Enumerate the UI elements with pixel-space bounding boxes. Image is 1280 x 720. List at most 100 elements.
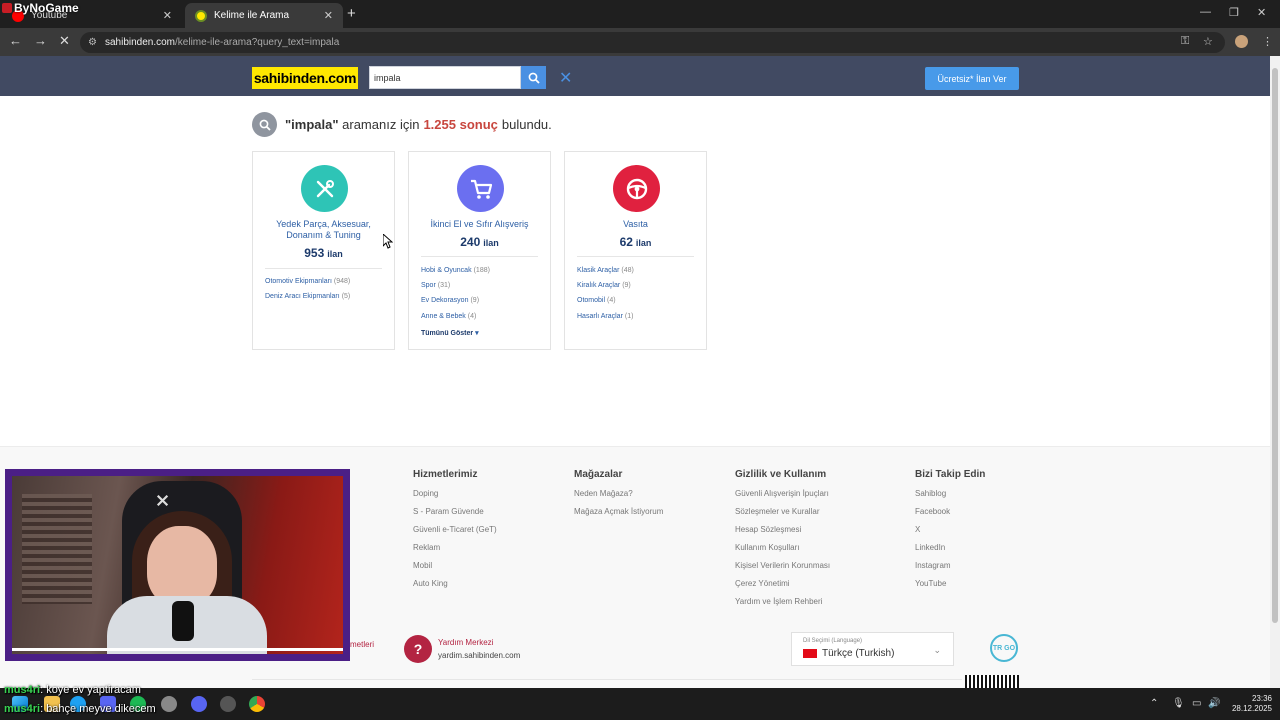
help-center-title: Yardım Merkezi bbox=[438, 638, 494, 647]
footer-link[interactable]: Neden Mağaza? bbox=[574, 489, 663, 498]
discord-icon[interactable] bbox=[191, 696, 207, 712]
help-center-link[interactable]: ? Yardım Merkezi yardim.sahibinden.com bbox=[404, 635, 520, 663]
subcategory-label: Spor bbox=[421, 282, 436, 289]
post-free-ad-button[interactable]: Ücretsiz* İlan Ver bbox=[925, 67, 1019, 90]
subcategory-link[interactable]: Hobi & Oyuncak (188) bbox=[421, 267, 490, 274]
footer-partial-link[interactable]: metleri bbox=[350, 640, 374, 649]
footer-link[interactable]: Mağaza Açmak İstiyorum bbox=[574, 507, 663, 516]
category-name[interactable]: Vasıta bbox=[570, 219, 701, 230]
clear-search-icon[interactable]: ✕ bbox=[559, 68, 572, 88]
footer-link[interactable]: S - Param Güvende bbox=[413, 507, 497, 516]
restore-icon[interactable]: ❐ bbox=[1229, 6, 1239, 19]
subcategory-count: (48) bbox=[621, 267, 634, 274]
close-window-icon[interactable]: ✕ bbox=[1257, 6, 1266, 19]
category-card-vasita: Vasıta 62 ilan Klasik Araçlar (48) Kiralık… bbox=[564, 151, 707, 350]
url-path: /kelime-ile-arama?query_text=impala bbox=[175, 37, 340, 48]
site-logo[interactable]: sahibinden.com bbox=[252, 67, 358, 89]
close-tab-icon[interactable]: ✕ bbox=[324, 9, 333, 22]
category-count: 953 ilan bbox=[253, 246, 394, 260]
subcategory-link[interactable]: Deniz Aracı Ekipmanları (5) bbox=[265, 293, 350, 300]
category-count-unit: ilan bbox=[327, 249, 343, 259]
network-icon[interactable]: ▭ bbox=[1192, 698, 1201, 709]
chat-message: mus4ri: bahçe meyve dikecem bbox=[4, 703, 156, 715]
footer-column-title: Gizlilik ve Kullanım bbox=[735, 469, 827, 480]
subcategory-label: Anne & Bebek bbox=[421, 313, 466, 320]
forward-icon[interactable]: → bbox=[34, 33, 47, 48]
subcategory-link[interactable]: Anne & Bebek (4) bbox=[421, 313, 476, 320]
subcategory-label: Otomobil bbox=[577, 297, 606, 304]
category-name[interactable]: Yedek Parça, Aksesuar, Donanım & Tuning bbox=[258, 219, 389, 241]
footer-link[interactable]: LinkedIn bbox=[915, 543, 985, 552]
new-tab-icon[interactable]: + bbox=[347, 5, 356, 22]
subcategory-count: (188) bbox=[473, 267, 490, 274]
show-all-link[interactable]: Tümünü Göster ▾ bbox=[421, 329, 479, 337]
category-icon-circle[interactable] bbox=[301, 165, 348, 212]
settings-gear-icon[interactable] bbox=[161, 696, 177, 712]
trgo-badge-icon[interactable]: TR GO bbox=[990, 634, 1018, 662]
footer-link[interactable]: Reklam bbox=[413, 543, 497, 552]
search-button[interactable] bbox=[521, 66, 546, 89]
password-key-icon[interactable]: ⚿ bbox=[1181, 35, 1189, 48]
footer-link[interactable]: Hesap Sözleşmesi bbox=[735, 525, 830, 534]
chat-text: : bahçe meyve dikecem bbox=[40, 703, 156, 715]
footer-link[interactable]: Facebook bbox=[915, 507, 985, 516]
footer-link[interactable]: Sözleşmeler ve Kurallar bbox=[735, 507, 830, 516]
stream-logo: ByNoGame bbox=[2, 1, 79, 15]
result-query: "impala" bbox=[285, 117, 339, 132]
footer-link[interactable]: Auto King bbox=[413, 579, 497, 588]
microphone-icon[interactable]: 🎙 bbox=[1172, 698, 1185, 709]
subcategory-count: (4) bbox=[467, 313, 477, 320]
footer-link[interactable]: Çerez Yönetimi bbox=[735, 579, 830, 588]
back-icon[interactable]: ← bbox=[9, 33, 22, 48]
subcategory-link[interactable]: Otomotiv Ekipmanları (948) bbox=[265, 278, 350, 285]
footer-link[interactable]: Yardım ve İşlem Rehberi bbox=[735, 597, 830, 606]
footer-link[interactable]: Mobil bbox=[413, 561, 497, 570]
subcategory-link[interactable]: Spor (31) bbox=[421, 282, 450, 289]
site-header: sahibinden.com impala ✕ Ücretsiz* İlan V… bbox=[0, 56, 1270, 96]
chrome-icon[interactable] bbox=[249, 696, 265, 712]
url-field[interactable]: ⚙ sahibinden.com /kelime-ile-arama?query… bbox=[80, 32, 1225, 53]
footer-link[interactable]: Kişisel Verilerin Korunması bbox=[735, 561, 830, 570]
footer-link[interactable]: Güvenli Alışverişin İpuçları bbox=[735, 489, 830, 498]
footer-link[interactable]: Güvenli e-Ticaret (GeT) bbox=[413, 525, 497, 534]
system-clock[interactable]: 23:36 28.12.2025 bbox=[1222, 694, 1272, 714]
subcategory-link[interactable]: Klasik Araçlar (48) bbox=[577, 267, 634, 274]
subcategory-link[interactable]: Kiralık Araçlar (9) bbox=[577, 282, 631, 289]
category-count-value: 62 bbox=[619, 235, 633, 249]
chat-text: : koye ev yaptiracam bbox=[40, 684, 141, 696]
caret-down-icon: ▾ bbox=[475, 330, 479, 337]
subcategory-link[interactable]: Ev Dekorasyon (9) bbox=[421, 297, 479, 304]
search-input[interactable]: impala bbox=[369, 66, 521, 89]
category-icon-circle[interactable] bbox=[613, 165, 660, 212]
obs-icon[interactable] bbox=[220, 696, 236, 712]
minimize-icon[interactable]: — bbox=[1200, 6, 1211, 18]
footer-link[interactable]: X bbox=[915, 525, 985, 534]
site-info-icon[interactable]: ⚙ bbox=[88, 37, 97, 48]
category-name[interactable]: İkinci El ve Sıfır Alışveriş bbox=[414, 219, 545, 230]
language-select[interactable]: Dil Seçimi (Language) Türkçe (Turkish) ⌄ bbox=[791, 632, 954, 666]
footer-column-title: Hizmetlerimiz bbox=[413, 469, 478, 480]
subcategory-link[interactable]: Otomobil (4) bbox=[577, 297, 616, 304]
tray-chevron-icon[interactable]: ⌃ bbox=[1150, 698, 1158, 709]
category-icon-circle[interactable] bbox=[457, 165, 504, 212]
footer-link[interactable]: Kullanım Koşulları bbox=[735, 543, 830, 552]
subcategory-label: Klasik Araçlar bbox=[577, 267, 620, 274]
card-divider bbox=[265, 268, 382, 269]
scrollbar-thumb[interactable] bbox=[1272, 68, 1278, 623]
show-all-label: Tümünü Göster bbox=[421, 330, 474, 337]
footer-link[interactable]: YouTube bbox=[915, 579, 985, 588]
page-scrollbar[interactable] bbox=[1270, 56, 1280, 688]
footer-link[interactable]: Doping bbox=[413, 489, 497, 498]
subcategory-link[interactable]: Hasarlı Araçlar (1) bbox=[577, 313, 633, 320]
bookmark-star-icon[interactable]: ☆ bbox=[1203, 35, 1213, 48]
tab-kelime-ile-arama[interactable]: Kelime ile Arama ✕ bbox=[185, 3, 343, 28]
menu-kebab-icon[interactable]: ⋮ bbox=[1262, 35, 1273, 48]
close-tab-icon[interactable]: ✕ bbox=[163, 9, 172, 22]
profile-avatar[interactable] bbox=[1235, 35, 1248, 48]
category-count-unit: ilan bbox=[483, 238, 499, 248]
footer-link[interactable]: Sahiblog bbox=[915, 489, 985, 498]
volume-icon[interactable]: 🔊 bbox=[1208, 698, 1220, 709]
subcategory-label: Ev Dekorasyon bbox=[421, 297, 469, 304]
stop-loading-icon[interactable]: ✕ bbox=[59, 33, 70, 49]
footer-link[interactable]: Instagram bbox=[915, 561, 985, 570]
